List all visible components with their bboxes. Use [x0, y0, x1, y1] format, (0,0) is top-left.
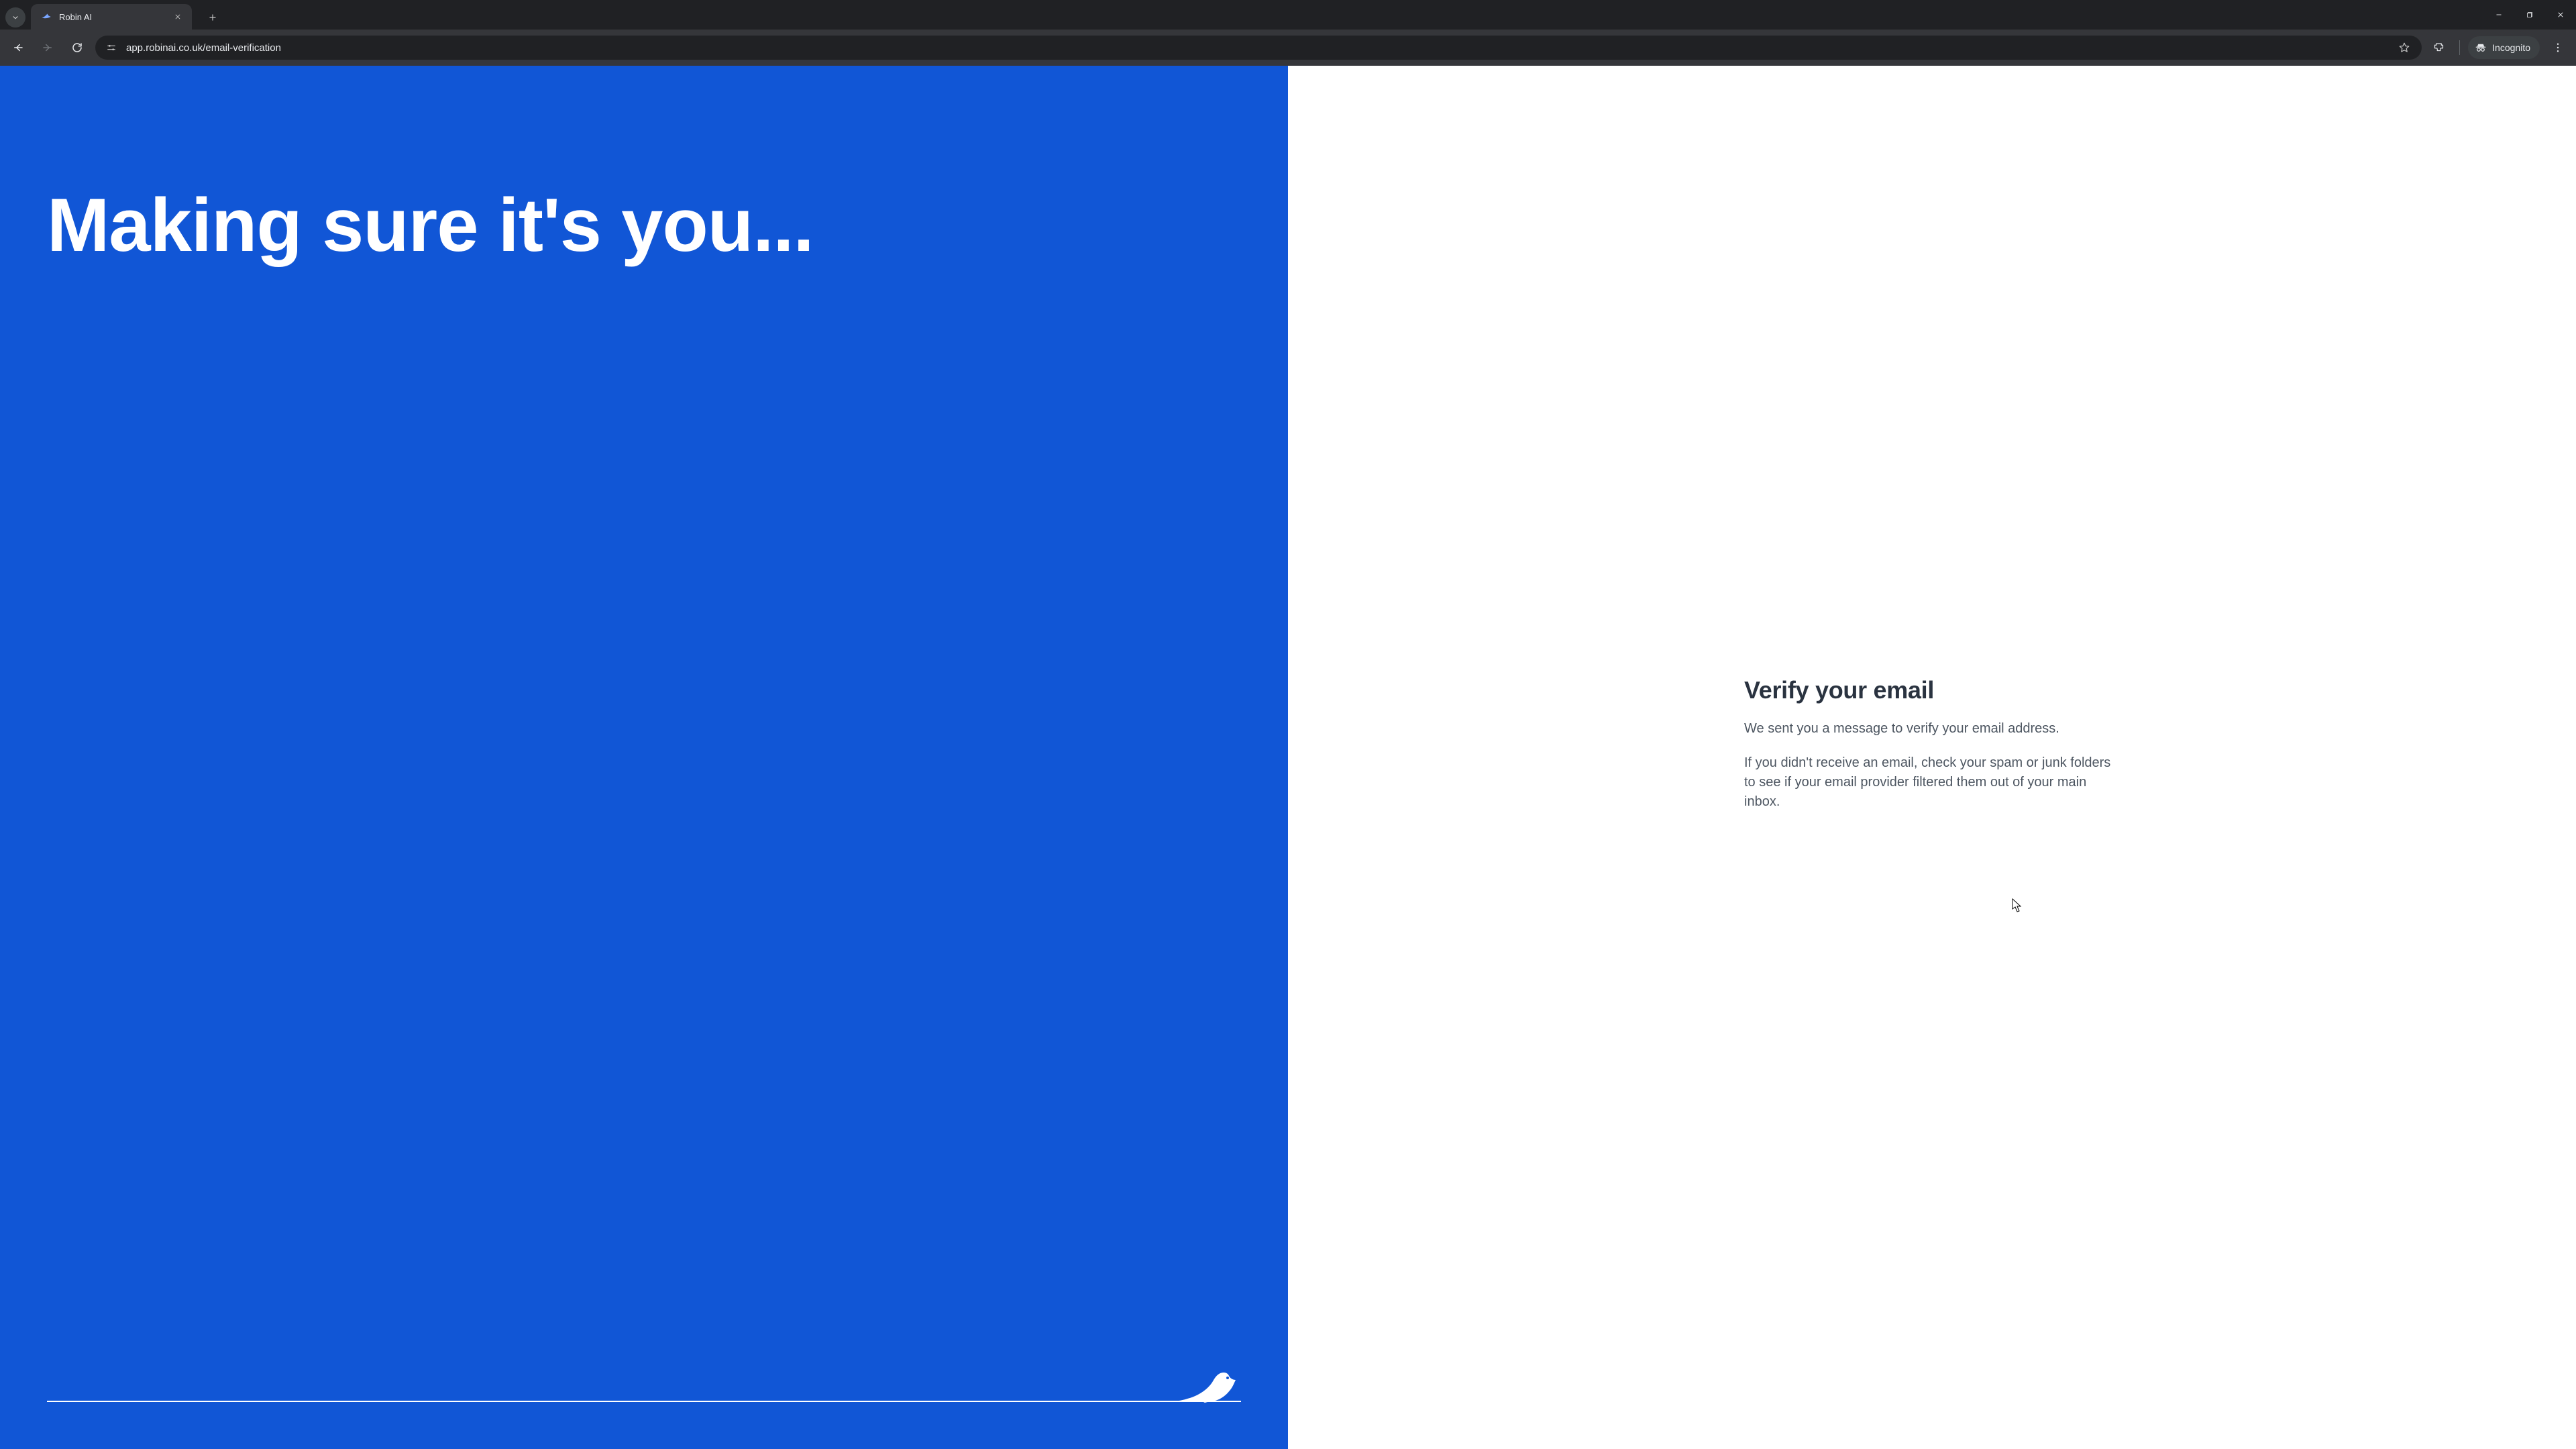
- maximize-button[interactable]: [2514, 0, 2545, 30]
- url-text: app.robinai.co.uk/email-verification: [126, 42, 2388, 54]
- forward-button[interactable]: [36, 36, 59, 59]
- incognito-icon: [2475, 42, 2487, 54]
- robin-favicon-icon: [40, 11, 52, 23]
- verify-heading: Verify your email: [1744, 676, 2120, 704]
- verify-inner: Verify your email We sent you a message …: [1744, 676, 2120, 812]
- close-window-button[interactable]: [2545, 0, 2576, 30]
- minimize-icon: [2495, 11, 2503, 19]
- incognito-label: Incognito: [2492, 42, 2530, 53]
- titlebar: Robin AI: [0, 0, 2576, 30]
- new-tab-button[interactable]: [203, 7, 223, 28]
- bookmark-button[interactable]: [2395, 38, 2414, 57]
- divider-line: [47, 1401, 1241, 1402]
- incognito-chip[interactable]: Incognito: [2468, 36, 2540, 59]
- arrow-left-icon: [12, 42, 24, 54]
- close-icon: [2557, 11, 2565, 19]
- plus-icon: [208, 13, 217, 22]
- reload-icon: [71, 42, 83, 54]
- bird-divider: [47, 1362, 1241, 1402]
- toolbar: app.robinai.co.uk/email-verification Inc…: [0, 30, 2576, 66]
- browser-window: Robin AI: [0, 0, 2576, 1449]
- star-icon: [2398, 42, 2410, 54]
- verify-body: We sent you a message to verify your ema…: [1744, 719, 2120, 812]
- back-button[interactable]: [7, 36, 30, 59]
- page-content: Making sure it's you... Verify your emai…: [0, 66, 2576, 1449]
- search-tabs-button[interactable]: [5, 7, 25, 28]
- extensions-button[interactable]: [2428, 36, 2451, 59]
- tab-close-button[interactable]: [172, 11, 184, 23]
- hero-headline: Making sure it's you...: [47, 186, 1241, 264]
- hero-panel: Making sure it's you...: [0, 66, 1288, 1449]
- tab-title: Robin AI: [59, 12, 165, 22]
- tab-active[interactable]: Robin AI: [31, 4, 192, 30]
- arrow-right-icon: [42, 42, 54, 54]
- titlebar-spacer: [223, 0, 2483, 30]
- chevron-down-icon: [11, 13, 20, 22]
- verify-panel: Verify your email We sent you a message …: [1288, 66, 2576, 1449]
- tab-strip: Robin AI: [5, 0, 223, 30]
- omnibox[interactable]: app.robinai.co.uk/email-verification: [95, 36, 2422, 60]
- bird-icon: [1171, 1365, 1238, 1403]
- toolbar-divider: [2459, 40, 2460, 55]
- verify-body-line1: We sent you a message to verify your ema…: [1744, 719, 2120, 739]
- close-icon: [174, 13, 181, 20]
- kebab-icon: [2552, 42, 2564, 54]
- reload-button[interactable]: [66, 36, 89, 59]
- menu-button[interactable]: [2546, 36, 2569, 59]
- verify-body-line2: If you didn't receive an email, check yo…: [1744, 753, 2120, 812]
- maximize-icon: [2526, 11, 2534, 19]
- tune-icon: [106, 42, 117, 53]
- site-info-button[interactable]: [103, 40, 119, 56]
- extensions-icon: [2434, 42, 2446, 54]
- window-controls: [2483, 0, 2576, 30]
- minimize-button[interactable]: [2483, 0, 2514, 30]
